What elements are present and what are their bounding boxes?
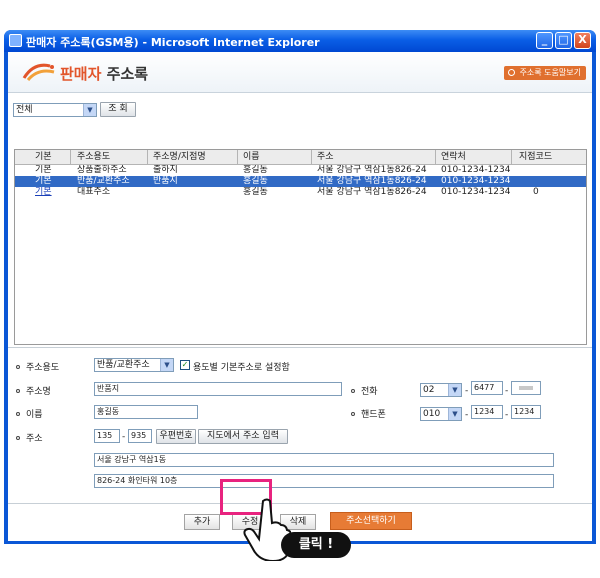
col-header-purpose: 주소용도 (77, 152, 111, 162)
bullet-icon (16, 436, 20, 440)
chevron-down-icon: ▼ (448, 384, 461, 396)
phone-area-value: 02 (423, 385, 435, 395)
row-phone: 010-1234-1234 (441, 165, 511, 175)
default-address-checkbox[interactable]: ✓ (180, 360, 190, 370)
phone-last-input-masked[interactable] (511, 381, 541, 395)
mobile-prefix-select[interactable]: 010 ▼ (420, 407, 462, 421)
row-person: 홍길동 (243, 187, 268, 197)
row-address: 서울 강남구 역삼1동826-24 (317, 187, 427, 197)
mobile-last-input[interactable]: 1234 (511, 405, 541, 419)
set-default-link[interactable]: 기본 (35, 187, 52, 198)
col-header-name: 주소명/지점명 (153, 152, 206, 162)
zip1-input[interactable]: 135 (94, 429, 120, 443)
page-content: 판매자 주소록 주소록 도움말보기 전체 ▼ 조 회 기본 주소용도 주소명/지… (8, 52, 592, 541)
row-purpose: 반품/교환주소 (77, 176, 130, 186)
mobile-mid-input[interactable]: 1234 (471, 405, 503, 419)
address-list: 기본 주소용도 주소명/지점명 이름 주소 연락처 지점코드 기본 상품출하주소… (14, 149, 587, 345)
close-button[interactable]: X (574, 32, 591, 49)
phone-mid-input[interactable]: 6477 (471, 381, 503, 395)
chevron-down-icon: ▼ (448, 408, 461, 420)
window-title: 판매자 주소록(GSM용) - Microsoft Internet Explo… (26, 36, 320, 49)
chevron-down-icon: ▼ (83, 104, 96, 116)
search-button[interactable]: 조 회 (100, 102, 136, 117)
mobile-separator: - (505, 410, 509, 420)
bullet-icon (16, 389, 20, 393)
zip2-input[interactable]: 935 (128, 429, 152, 443)
table-row-selected[interactable]: 기본 반품/교환주소 반품지 홍길동 서울 강남구 역삼1동826-24 010… (15, 176, 586, 187)
name-label: 주소명 (26, 387, 51, 397)
title-bar: 판매자 주소록(GSM용) - Microsoft Internet Explo… (4, 30, 596, 52)
phone-separator: - (465, 386, 469, 396)
row-default: 기본 (35, 165, 52, 175)
minimize-button[interactable]: _ (536, 32, 553, 49)
person-name-input[interactable]: 홍길동 (94, 405, 198, 419)
guide-button[interactable]: 주소록 도움말보기 (503, 66, 586, 80)
mobile-prefix-value: 010 (423, 409, 441, 419)
browser-window: 판매자 주소록(GSM용) - Microsoft Internet Explo… (4, 30, 596, 544)
phone-label: 전화 (361, 387, 378, 397)
help-icon (507, 69, 515, 76)
col-header-code: 지점코드 (519, 152, 553, 162)
ie-app-icon (9, 34, 22, 47)
map-address-button[interactable]: 지도에서 주소 입력 (198, 429, 288, 444)
zip-separator: - (122, 432, 126, 442)
filter-select-value: 전체 (16, 105, 33, 115)
phone-area-select[interactable]: 02 ▼ (420, 383, 462, 397)
address1-input[interactable]: 서울 강남구 역삼1동 (94, 453, 554, 467)
page-header: 판매자 주소록 주소록 도움말보기 (8, 52, 592, 93)
phone-separator: - (505, 386, 509, 396)
bullet-icon (351, 412, 355, 416)
person-label: 이름 (26, 410, 43, 420)
address-label: 주소 (26, 434, 43, 444)
table-row[interactable]: 기본 대표주소 홍길동 서울 강남구 역삼1동826-24 010-1234-1… (15, 187, 586, 198)
list-header: 기본 주소용도 주소명/지점명 이름 주소 연락처 지점코드 (15, 150, 586, 165)
bullet-icon (16, 412, 20, 416)
maximize-button[interactable]: □ (555, 32, 572, 49)
mobile-label: 핸드폰 (361, 410, 386, 420)
default-address-label: 용도별 기본주소로 설정함 (193, 363, 290, 373)
purpose-label: 주소용도 (26, 363, 60, 373)
address-book-logo-icon (22, 63, 55, 82)
address-name-input[interactable]: 반품지 (94, 382, 342, 396)
row-code: 0 (533, 187, 539, 197)
purpose-select-value: 반품/교환주소 (97, 360, 150, 370)
col-header-phone: 연락처 (441, 152, 466, 162)
guide-button-label: 주소록 도움말보기 (519, 68, 581, 77)
row-address: 서울 강남구 역삼1동826-24 (317, 176, 427, 186)
col-header-default: 기본 (35, 152, 52, 162)
row-purpose: 대표주소 (77, 187, 111, 197)
bullet-icon (351, 389, 355, 393)
filter-select[interactable]: 전체 ▼ (13, 103, 97, 117)
address-form: 주소용도 반품/교환주소 ▼ ✓ 용도별 기본주소로 설정함 주소명 반품지 이… (8, 347, 592, 503)
address2-input[interactable]: 826-24 화인타워 10층 (94, 474, 554, 488)
add-button[interactable]: 추가 (184, 514, 220, 530)
select-address-button[interactable]: 주소선택하기 (330, 512, 412, 530)
row-address: 서울 강남구 역삼1동826-24 (317, 165, 427, 175)
bullet-icon (16, 365, 20, 369)
purpose-select[interactable]: 반품/교환주소 ▼ (94, 358, 174, 372)
chevron-down-icon: ▼ (160, 359, 173, 371)
zipcode-button[interactable]: 우편번호 (156, 429, 196, 444)
row-person: 홍길동 (243, 176, 268, 186)
click-callout: 클릭 ! (281, 532, 351, 558)
page-title: 판매자 주소록 (60, 63, 148, 84)
col-header-address: 주소 (317, 152, 334, 162)
row-name: 출하지 (153, 165, 178, 175)
row-name: 반품지 (153, 176, 178, 186)
mobile-separator: - (465, 410, 469, 420)
table-row[interactable]: 기본 상품출하주소 출하지 홍길동 서울 강남구 역삼1동826-24 010-… (15, 165, 586, 176)
col-header-person: 이름 (243, 152, 260, 162)
row-phone: 010-1234-1234 (441, 187, 511, 197)
row-default: 기본 (35, 176, 52, 186)
page-title-accent: 판매자 (60, 65, 102, 83)
row-person: 홍길동 (243, 165, 268, 175)
row-purpose: 상품출하주소 (77, 165, 127, 175)
page-title-rest: 주소록 (106, 65, 149, 83)
row-phone: 010-1234-1234 (441, 176, 511, 186)
